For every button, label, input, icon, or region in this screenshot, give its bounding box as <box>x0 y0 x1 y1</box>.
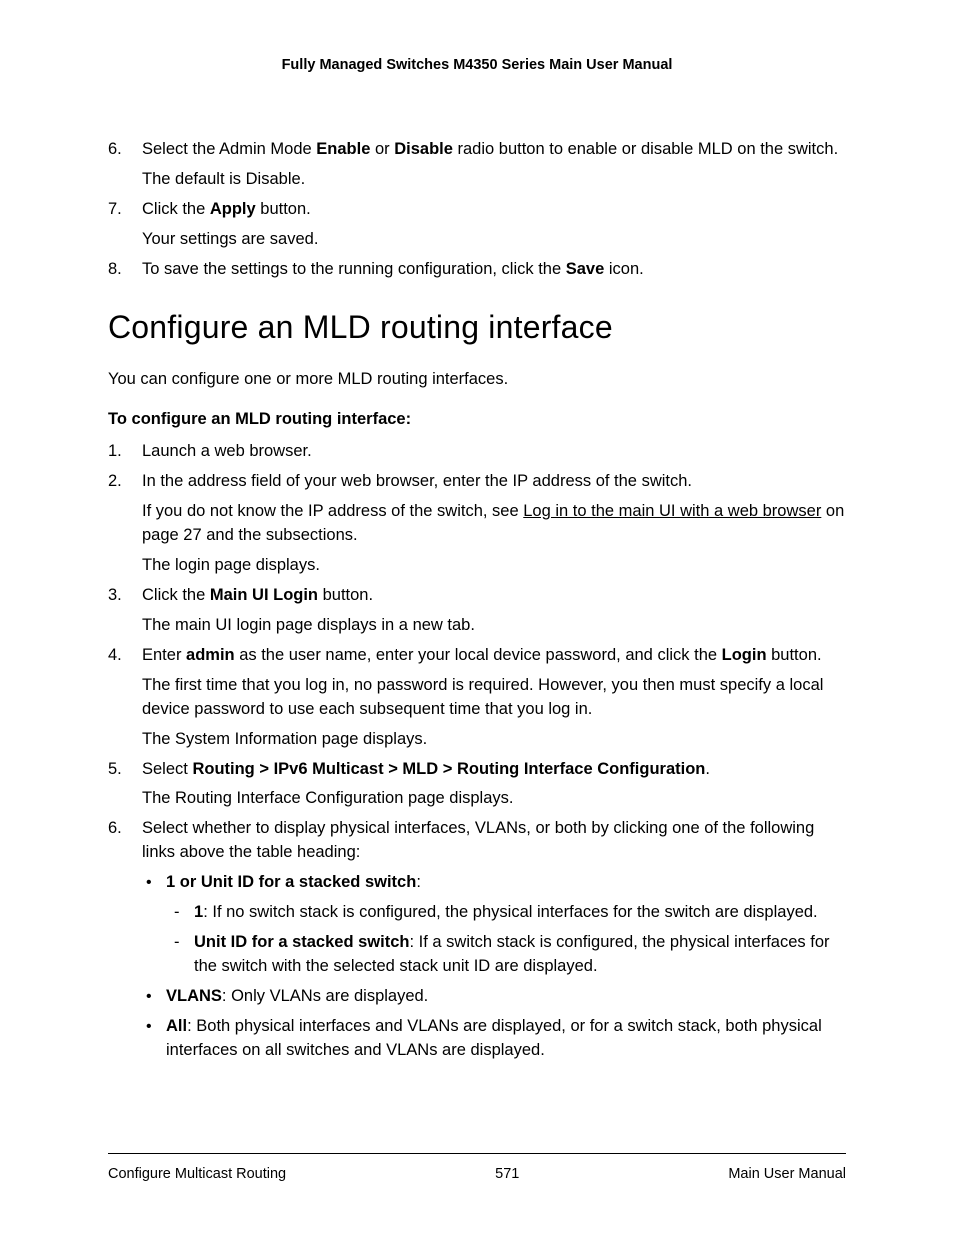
dash-unitid: Unit ID for a stacked switch: If a switc… <box>166 931 846 979</box>
login-link[interactable]: Log in to the main UI with a web browser <box>523 502 821 520</box>
step-3-p2: The main UI login page displays in a new… <box>142 614 846 638</box>
step-6-p1: Select whether to display physical inter… <box>142 817 846 865</box>
list-marker: 7. <box>108 198 122 222</box>
procedure-list: 1. Launch a web browser. 2. In the addre… <box>108 440 846 1062</box>
list-marker: 2. <box>108 470 122 494</box>
document-header: Fully Managed Switches M4350 Series Main… <box>108 55 846 76</box>
bullet-unitid: 1 or Unit ID for a stacked switch: 1: If… <box>142 871 846 979</box>
admin-bold: admin <box>186 646 235 664</box>
save-bold: Save <box>566 260 605 278</box>
list-marker: 3. <box>108 584 122 608</box>
list-marker: 4. <box>108 644 122 668</box>
step-2-p3: The login page displays. <box>142 554 846 578</box>
step-4-p3: The System Information page displays. <box>142 728 846 752</box>
all-bold: All <box>166 1017 187 1035</box>
unitid-sublist: 1: If no switch stack is configured, the… <box>166 901 846 979</box>
nav-path-bold: Routing > IPv6 Multicast > MLD > Routing… <box>192 760 705 778</box>
apply-bold: Apply <box>210 200 256 218</box>
bullet-all: All: Both physical interfaces and VLANs … <box>142 1015 846 1063</box>
list-marker: 8. <box>108 258 122 282</box>
step-4-p2: The first time that you log in, no passw… <box>142 674 846 722</box>
continuation-list: 6. Select the Admin Mode Enable or Disab… <box>108 138 846 282</box>
footer-page-number: 571 <box>495 1164 519 1185</box>
step-3-p1: Click the Main UI Login button. <box>142 584 846 608</box>
footer-left: Configure Multicast Routing <box>108 1164 286 1185</box>
unitid-bold: Unit ID for a stacked switch <box>194 933 409 951</box>
main-ui-login-bold: Main UI Login <box>210 586 318 604</box>
step-7-p1: Click the Apply button. <box>142 198 846 222</box>
list-marker: 6. <box>108 817 122 841</box>
disable-bold: Disable <box>394 140 453 158</box>
step-6-top: 6. Select the Admin Mode Enable or Disab… <box>108 138 846 192</box>
step-1-text: Launch a web browser. <box>142 440 846 464</box>
step-6-p1: Select the Admin Mode Enable or Disable … <box>142 138 846 162</box>
list-marker: 1. <box>108 440 122 464</box>
step-2-p2: If you do not know the IP address of the… <box>142 500 846 548</box>
unitid-title-bold: 1 or Unit ID for a stacked switch <box>166 873 416 891</box>
step-3: 3. Click the Main UI Login button. The m… <box>108 584 846 638</box>
page-footer: Configure Multicast Routing 571 Main Use… <box>108 1139 846 1185</box>
document-page: Fully Managed Switches M4350 Series Main… <box>0 0 954 1235</box>
step-8-top: 8. To save the settings to the running c… <box>108 258 846 282</box>
step-5-p1: Select Routing > IPv6 Multicast > MLD > … <box>142 758 846 782</box>
dash-1: 1: If no switch stack is configured, the… <box>166 901 846 925</box>
step-1: 1. Launch a web browser. <box>108 440 846 464</box>
step-6-bullets: 1 or Unit ID for a stacked switch: 1: If… <box>142 871 846 1062</box>
vlans-bold: VLANS <box>166 987 222 1005</box>
section-intro: You can configure one or more MLD routin… <box>108 368 846 392</box>
step-8-p1: To save the settings to the running conf… <box>142 258 846 282</box>
list-marker: 5. <box>108 758 122 782</box>
procedure-subheading: To configure an MLD routing interface: <box>108 408 846 432</box>
enable-bold: Enable <box>316 140 370 158</box>
step-4-p1: Enter admin as the user name, enter your… <box>142 644 846 668</box>
step-7-p2: Your settings are saved. <box>142 228 846 252</box>
one-bold: 1 <box>194 903 203 921</box>
list-marker: 6. <box>108 138 122 162</box>
step-5-p2: The Routing Interface Configuration page… <box>142 787 846 811</box>
step-4: 4. Enter admin as the user name, enter y… <box>108 644 846 752</box>
bullet-vlans: VLANS: Only VLANs are displayed. <box>142 985 846 1009</box>
step-7-top: 7. Click the Apply button. Your settings… <box>108 198 846 252</box>
step-2: 2. In the address field of your web brow… <box>108 470 846 578</box>
footer-right: Main User Manual <box>728 1164 846 1185</box>
footer-row: Configure Multicast Routing 571 Main Use… <box>108 1154 846 1185</box>
step-2-p1: In the address field of your web browser… <box>142 470 846 494</box>
step-6-p2: The default is Disable. <box>142 168 846 192</box>
login-bold: Login <box>722 646 767 664</box>
step-5: 5. Select Routing > IPv6 Multicast > MLD… <box>108 758 846 812</box>
section-heading: Configure an MLD routing interface <box>108 304 846 350</box>
step-6: 6. Select whether to display physical in… <box>108 817 846 1062</box>
